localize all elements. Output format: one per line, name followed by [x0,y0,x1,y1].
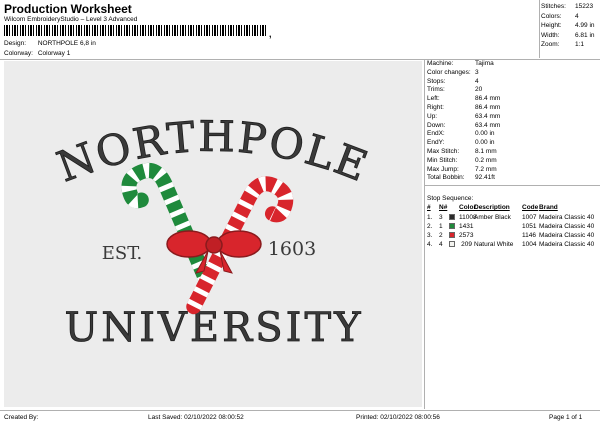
stat-row: Colors: 4 [541,12,579,20]
table-row: 1. 3 11008 Amber Black 1007 Madeira Clas… [427,213,595,221]
info-row: Stops: 4 [427,77,479,85]
info-row: Machine: Tajima [427,60,494,67]
info-row: Up: 63.4 mm [427,112,501,120]
design-row: Design: NORTHPOLE 6,8 in [4,40,96,47]
barcode-tail: , [269,29,272,39]
color-swatch [449,232,455,239]
last-saved: Last Saved: 02/10/2022 08:00:52 [148,414,244,421]
stop-sequence-title: Stop Sequence: [427,195,474,202]
design-bottom-word: UNIVERSITY [64,305,363,351]
page-number: Page 1 of 1 [549,414,583,421]
embroidery-design: NORTHPOLE UNIVERSITY EST. 1603 [50,111,376,351]
colorway-row: Colorway: Colorway 1 [4,50,70,57]
info-row: Right: 86.4 mm [427,103,501,111]
colorway-value: Colorway 1 [37,50,71,57]
green-candy-cane [121,162,214,288]
machine-info-panel: Machine: Tajima Color changes: 3 Stops: 4 T… [427,60,599,183]
color-swatch [449,214,455,221]
design-preview: NORTHPOLE UNIVERSITY EST. 1603 [4,61,422,407]
worksheet-title: Production Worksheet [4,2,132,16]
color-swatch [449,223,455,230]
info-row: Total Bobbin: 92.41ft [427,174,495,182]
created-by: Created By: [4,414,39,421]
info-row: Color changes: 3 [427,68,479,76]
software-subtitle: Wilcom EmbroideryStudio – Level 3 Advanc… [4,16,138,23]
stats-divider [539,0,540,58]
info-divider [425,185,600,186]
printed-date: Printed: 02/10/2022 08:00:56 [356,414,440,421]
table-row: 3. 2 2573 1146 Madeira Classic 40 [427,231,595,239]
info-row: Down: 63.4 mm [427,121,501,129]
info-row: Min Stitch: 0.2 mm [427,156,497,164]
colorway-label: Colorway: [4,50,33,57]
info-row: Max Jump: 7.2 mm [427,165,497,173]
design-label: Design: [4,40,27,47]
footer-divider [0,410,600,411]
table-header: # N# Color Description Code Brand [427,204,558,211]
stat-row: Height: 4.99 in [541,22,595,30]
est-text: EST. [102,243,143,264]
info-row: Trims: 20 [427,86,483,94]
barcode [4,25,268,36]
info-row: EndX: 0.00 in [427,130,495,138]
year-text: 1603 [268,238,316,260]
table-row: 2. 1 1431 1051 Madeira Classic 40 [427,222,595,230]
panel-divider [424,59,425,409]
color-swatch [449,241,455,248]
design-value: NORTHPOLE 6,8 in [37,40,96,47]
stat-row: Zoom: 1:1 [541,41,585,49]
design-top-word: NORTHPOLE [51,112,376,192]
info-row: EndY: 0.00 in [427,139,495,147]
stat-row: Stitches: 15223 [541,3,594,10]
stat-row: Width: 6.81 in [541,31,595,39]
stop-sequence-table: Stop Sequence: # N# Color Description Co… [427,195,599,249]
stats-panel: Stitches: 15223 Colors: 4 Height: 4.99 in W… [541,2,598,50]
info-row: Left: 86.4 mm [427,95,501,103]
table-row: 4. 4 209 Natural White 1004 Madeira Clas… [427,240,595,248]
info-row: Max Stitch: 8.1 mm [427,147,497,155]
